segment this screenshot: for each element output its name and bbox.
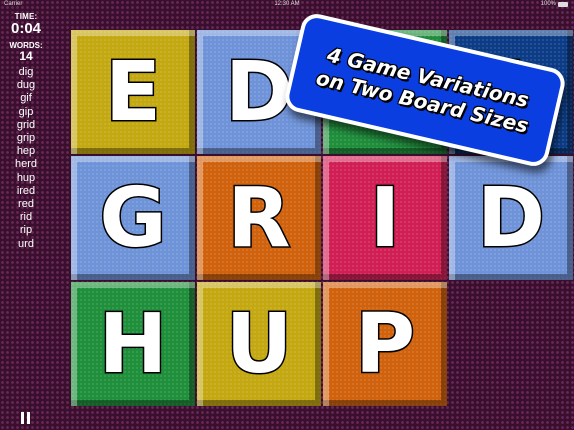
tile-letter: D — [475, 169, 546, 267]
found-word: grid — [16, 118, 36, 131]
tile-letter: E — [103, 43, 162, 141]
found-word: urd — [18, 237, 34, 250]
tile-letter: G — [98, 169, 168, 267]
tile-letter: D — [223, 43, 294, 141]
tile-letter: U — [224, 295, 294, 393]
found-words-list: dig dug gif gip grid grip hep herd hup ired red rid… — [0, 66, 52, 251]
found-word: rid — [19, 211, 33, 224]
pause-icon[interactable] — [20, 412, 31, 424]
found-word: gip — [18, 105, 34, 118]
timer-value: 0:04 — [10, 20, 42, 37]
tile-letter: H — [97, 295, 169, 393]
tile-row2-col1[interactable]: G — [71, 156, 195, 280]
tile-row2-col2[interactable]: R — [197, 156, 321, 280]
words-count: 14 — [19, 49, 33, 63]
tile-row3-col3[interactable]: P — [323, 282, 447, 406]
tile-letter: P — [353, 295, 416, 393]
found-word: hup — [16, 171, 36, 184]
found-word: ired — [16, 184, 36, 197]
tile-row1-col1[interactable]: E — [71, 30, 195, 154]
tile-row2-col3[interactable]: I — [323, 156, 447, 280]
found-word: dig — [18, 66, 34, 78]
tile-row3-col1[interactable]: H — [71, 282, 195, 406]
found-word: herd — [14, 158, 38, 171]
found-word: gif — [20, 92, 32, 105]
found-word: dug — [16, 79, 36, 92]
sidebar: TIME: 0:04 WORDS: 14 dig dug gif gip grid gri… — [0, 12, 52, 251]
tile-letter: R — [226, 169, 292, 267]
tile-row2-col4[interactable]: D — [449, 156, 573, 280]
found-word: hep — [16, 145, 36, 158]
found-word: grip — [16, 132, 36, 145]
found-word: red — [18, 198, 34, 211]
found-word: rip — [19, 224, 33, 237]
tile-row3-col2[interactable]: U — [197, 282, 321, 406]
tile-letter: I — [368, 169, 401, 267]
